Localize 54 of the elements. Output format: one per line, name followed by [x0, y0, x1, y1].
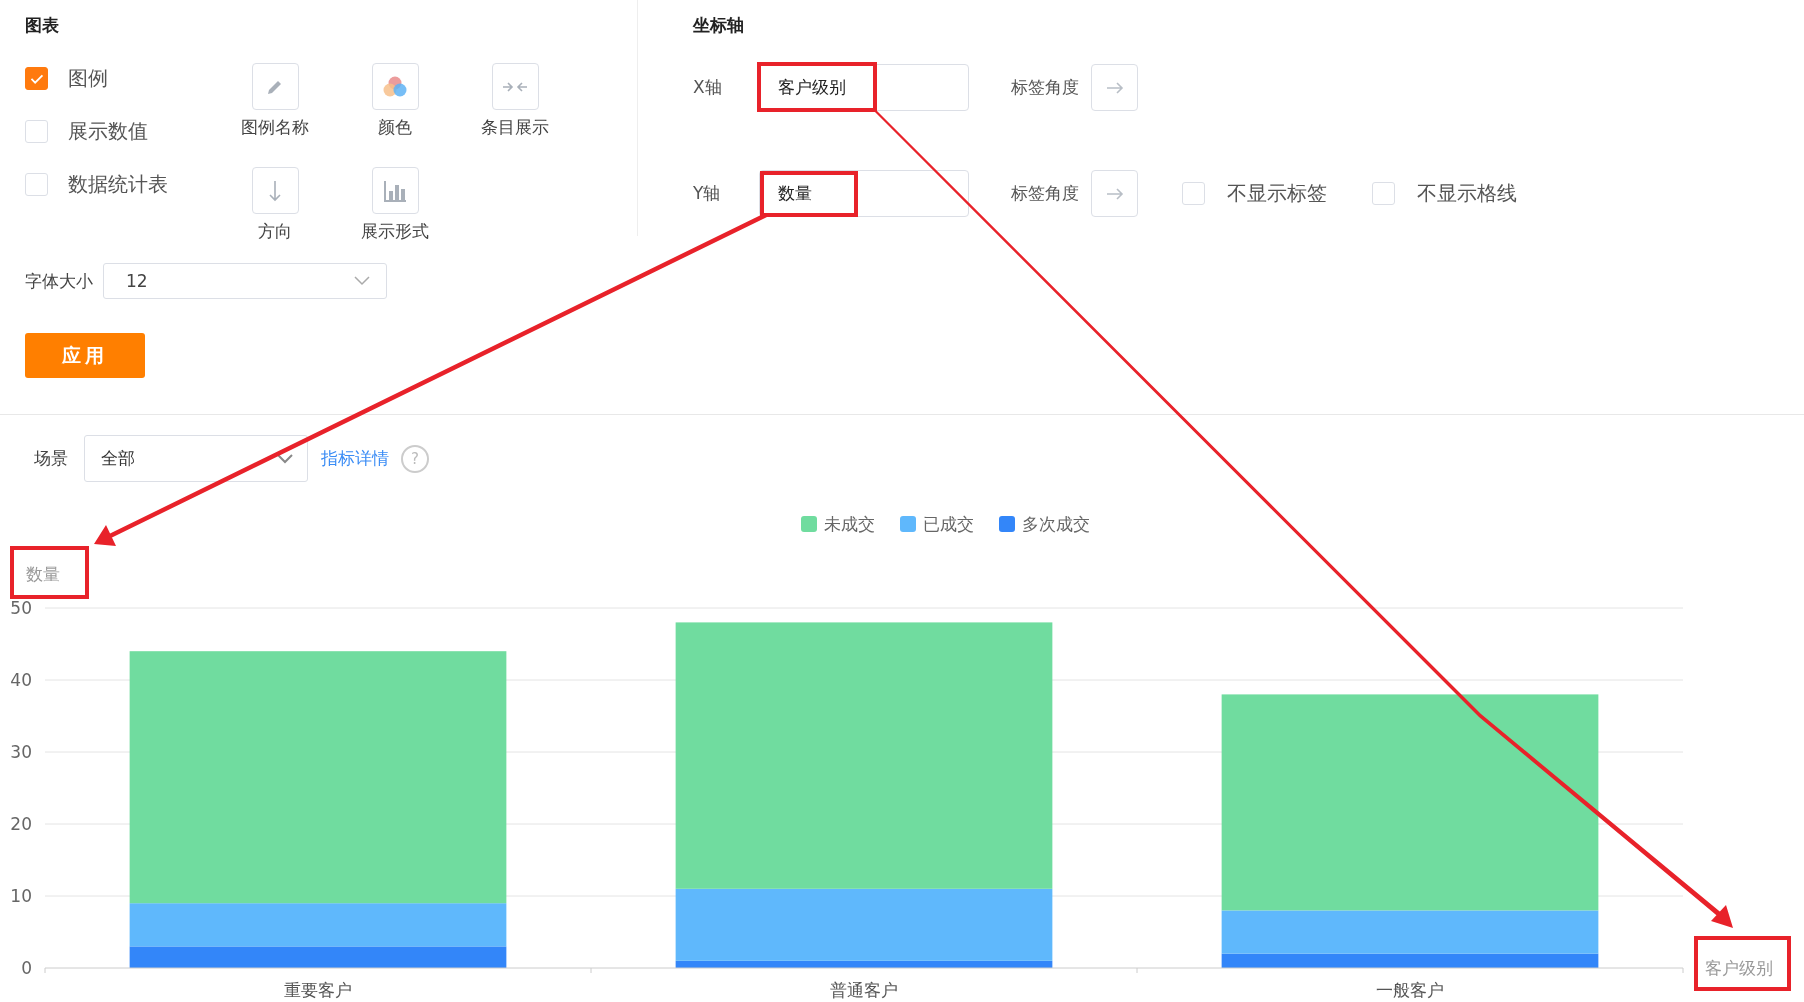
x-axis-title: 客户级别 [1705, 958, 1773, 978]
checkbox-label: 数据统计表 [68, 170, 168, 198]
y-tick-label: 30 [10, 742, 32, 762]
legend-label: 多次成交 [1022, 514, 1090, 534]
font-size-select[interactable]: 12 [103, 263, 387, 299]
x-tick-label: 重要客户 [284, 980, 352, 1000]
color-circles-icon [382, 74, 408, 99]
axis-label: Y轴 [693, 182, 722, 205]
checkbox-label: 不显示标签 [1227, 180, 1327, 207]
tool-label: 方向 [258, 220, 292, 243]
tool-label: 条目展示 [481, 116, 549, 139]
section-title: 坐标轴 [693, 14, 745, 36]
legend-item[interactable]: 已成交 [900, 514, 974, 534]
checkbox-label: 不显示格线 [1417, 180, 1517, 207]
label-angle-button[interactable] [1091, 64, 1138, 111]
arrow-right-icon [1105, 81, 1124, 94]
checkbox[interactable] [25, 66, 48, 90]
label-angle-button[interactable] [1091, 170, 1138, 217]
field-label: 标签角度 [1011, 182, 1079, 205]
item-display-button[interactable] [491, 63, 539, 110]
display-form-button[interactable] [371, 167, 419, 214]
legend-label: 已成交 [923, 514, 974, 534]
metric-details-link[interactable]: 指标详情 [321, 447, 389, 470]
legend-label: 未成交 [824, 514, 875, 534]
scene-select[interactable]: 全部 [84, 435, 308, 482]
y-tick-label: 40 [10, 670, 32, 690]
tool-label: 颜色 [378, 116, 412, 139]
checkbox-label: 图例 [68, 64, 108, 92]
arrow-down-icon [268, 179, 282, 202]
tool-label: 图例名称 [241, 116, 309, 139]
arrow-right-icon [1105, 187, 1124, 200]
y-tick-label: 10 [10, 886, 32, 906]
y-tick-label: 0 [21, 958, 32, 978]
arrows-inward-icon [502, 79, 528, 94]
field-label: 标签角度 [1011, 76, 1079, 99]
checkbox-label: 展示数值 [68, 117, 148, 145]
bar-chart-icon [383, 179, 407, 202]
x-tick-label: 普通客户 [830, 980, 898, 1000]
tool-label: 展示形式 [361, 220, 429, 243]
field-label: 字体大小 [25, 269, 93, 293]
edit-button[interactable] [251, 63, 299, 110]
axis-label: X轴 [693, 76, 723, 99]
section-title: 图表 [25, 14, 60, 36]
legend-item[interactable]: 多次成交 [999, 514, 1090, 534]
chevron-down-icon [354, 276, 370, 286]
direction-button[interactable] [251, 167, 299, 214]
field-label: 场景 [34, 447, 68, 470]
y-axis-title: 数量 [26, 564, 60, 584]
chevron-down-icon [277, 453, 293, 464]
color-button[interactable] [371, 63, 419, 110]
x-tick-label: 一般客户 [1376, 980, 1444, 1000]
y-tick-label: 50 [10, 598, 32, 618]
legend-item[interactable]: 未成交 [801, 514, 875, 534]
y-tick-label: 20 [10, 814, 32, 834]
